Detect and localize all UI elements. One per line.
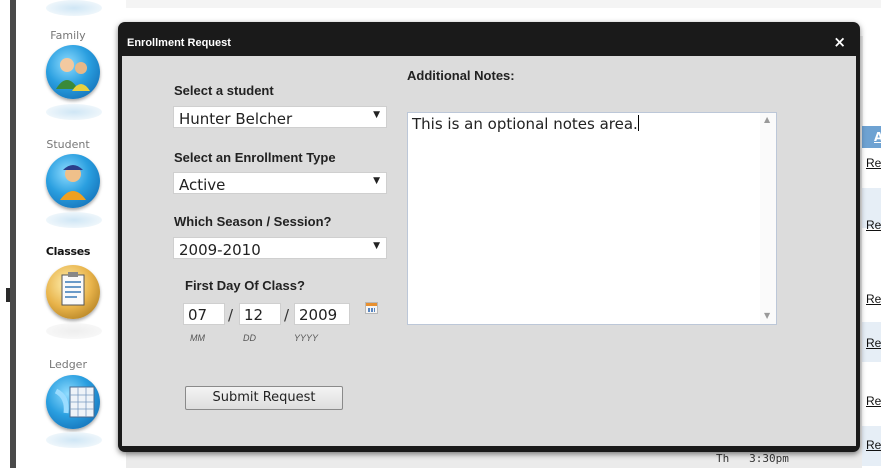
month-hint: MM — [190, 333, 205, 343]
table-header-label[interactable]: A — [874, 130, 881, 144]
table-row-link[interactable]: Re — [866, 218, 881, 232]
day-hint: DD — [243, 333, 256, 343]
table-header: A — [862, 126, 881, 148]
ledger-orb-reflection — [46, 432, 102, 448]
season-label: Which Season / Session? — [174, 214, 332, 229]
calendar-icon[interactable] — [365, 302, 378, 314]
text-caret — [637, 115, 639, 131]
schedule-time-text: Th 3:30pm — [716, 452, 789, 465]
enrollment-type-select[interactable]: Active ▼ — [173, 172, 387, 194]
sidebar-item-student[interactable] — [46, 154, 100, 208]
table-row-link[interactable]: Re — [866, 336, 881, 350]
sidebar-item-classes[interactable] — [46, 265, 100, 319]
sidebar-item-family[interactable] — [46, 45, 100, 99]
sidebar-item-student-label: Student — [46, 138, 90, 151]
page-header-strip — [126, 0, 881, 8]
dialog-body: Select a student Hunter Belcher ▼ Select… — [122, 56, 856, 446]
scroll-up-icon[interactable]: ▲ — [764, 115, 770, 124]
chevron-down-icon: ▼ — [373, 110, 380, 120]
table-row-link[interactable]: Re — [866, 292, 881, 306]
chevron-down-icon: ▼ — [373, 241, 380, 251]
sidebar-item-family-label: Family — [50, 29, 86, 42]
table-row-link[interactable]: Re — [866, 156, 881, 170]
year-hint: YYYY — [294, 333, 319, 343]
season-select[interactable]: 2009-2010 ▼ — [173, 237, 387, 259]
sidebar: Family Student Classes Ledger — [16, 0, 120, 468]
student-select-value: Hunter Belcher — [179, 110, 293, 128]
family-icon — [56, 58, 90, 91]
enrollment-type-value: Active — [179, 176, 226, 194]
year-input[interactable]: 2009 — [294, 303, 350, 325]
notes-label: Additional Notes: — [407, 68, 515, 83]
first-day-label: First Day Of Class? — [185, 278, 305, 293]
student-select[interactable]: Hunter Belcher ▼ — [173, 106, 387, 128]
classes-orb-reflection — [46, 323, 102, 339]
classes-clipboard-icon — [61, 272, 85, 306]
dialog-title: Enrollment Request — [127, 37, 231, 49]
table-row-link[interactable]: Re — [866, 438, 881, 452]
enrollment-request-dialog: Enrollment Request × Select a student Hu… — [118, 22, 860, 452]
season-select-value: 2009-2010 — [179, 241, 261, 259]
family-orb-reflection — [46, 104, 102, 120]
table-row-link[interactable]: Re — [866, 394, 881, 408]
notes-textarea[interactable]: This is an optional notes area. ▲ ▼ — [407, 112, 777, 325]
submit-request-button[interactable]: Submit Request — [185, 386, 343, 410]
month-input[interactable]: 07 — [183, 303, 225, 325]
sidebar-item-classes-label: Classes — [45, 245, 91, 258]
top-orb-reflection — [46, 0, 102, 16]
close-icon[interactable]: × — [833, 33, 846, 51]
student-select-label: Select a student — [174, 83, 274, 98]
notes-text: This is an optional notes area. — [412, 115, 638, 133]
chevron-down-icon: ▼ — [373, 176, 380, 186]
day-input[interactable]: 12 — [239, 303, 281, 325]
date-separator: / — [228, 306, 234, 324]
ledger-icon — [54, 386, 95, 418]
student-orb-reflection — [46, 212, 102, 228]
notes-scrollbar[interactable]: ▲ ▼ — [760, 113, 776, 324]
sidebar-item-ledger-label: Ledger — [49, 358, 87, 371]
scroll-down-icon[interactable]: ▼ — [764, 311, 770, 320]
date-separator: / — [284, 306, 290, 324]
student-icon — [60, 165, 86, 200]
enrollment-type-label: Select an Enrollment Type — [174, 150, 336, 165]
sidebar-item-ledger[interactable] — [46, 375, 100, 429]
